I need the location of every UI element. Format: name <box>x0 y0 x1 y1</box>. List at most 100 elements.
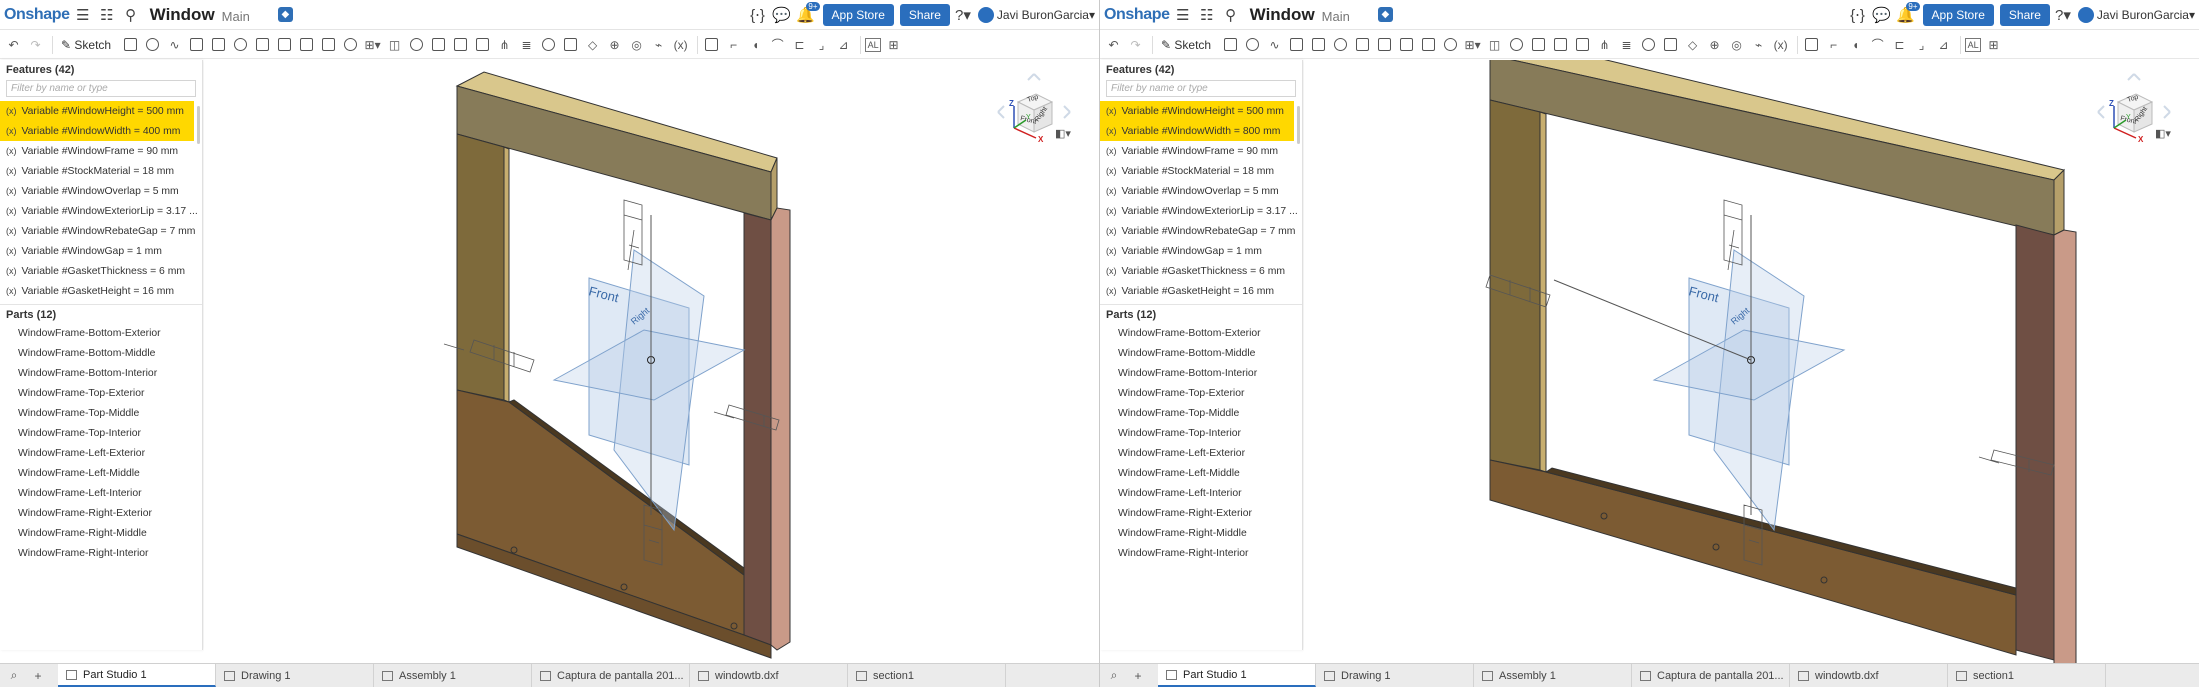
finish-icon[interactable]: ⊿ <box>1934 35 1953 54</box>
plane-icon[interactable]: ◇ <box>1683 35 1702 54</box>
form-icon[interactable]: ⊏ <box>790 35 809 54</box>
notifications-icon[interactable]: 🔔 9+ <box>1895 1 1920 26</box>
boolean-icon[interactable] <box>407 35 426 54</box>
corner-icon[interactable]: ⌟ <box>1912 35 1931 54</box>
document-tab[interactable]: windowtb.dxf <box>690 664 848 687</box>
part-item[interactable]: WindowFrame-Top-Middle <box>0 403 202 423</box>
redo-icon[interactable]: ↷ <box>26 35 45 54</box>
bend-icon[interactable]: ⌒ <box>1868 35 1887 54</box>
workspace-name[interactable]: Main <box>1322 9 1350 24</box>
feature-list-icon[interactable]: ☷ <box>1196 4 1218 26</box>
undo-icon[interactable]: ↶ <box>4 35 23 54</box>
thicken-icon[interactable] <box>1309 35 1328 54</box>
part-item[interactable]: WindowFrame-Left-Exterior <box>1100 443 1302 463</box>
chamfer-icon[interactable] <box>253 35 272 54</box>
add-custom-feature-icon[interactable]: ⊞ <box>884 35 903 54</box>
part-item[interactable]: WindowFrame-Right-Interior <box>1100 543 1302 563</box>
part-item[interactable]: WindowFrame-Bottom-Middle <box>0 343 202 363</box>
add-tab-icon[interactable]: + <box>28 669 48 683</box>
move-face-icon[interactable]: ≣ <box>1617 35 1636 54</box>
sketch-button[interactable]: ✎ Sketch <box>61 38 111 52</box>
feature-list-icon[interactable]: ☷ <box>96 4 118 26</box>
redo-icon[interactable]: ↷ <box>1126 35 1145 54</box>
feature-item[interactable]: (x) Variable #WindowOverlap = 5 mm <box>0 181 202 201</box>
form-icon[interactable]: ⊏ <box>1890 35 1909 54</box>
flange-icon[interactable]: ◖ <box>1846 35 1865 54</box>
replace-face-icon[interactable] <box>539 35 558 54</box>
rib-icon[interactable] <box>297 35 316 54</box>
offset-surface-icon[interactable] <box>1661 35 1680 54</box>
fit-spline-icon[interactable]: ⌁ <box>1749 35 1768 54</box>
frame-right-edge[interactable] <box>2053 229 2077 663</box>
sheet-metal-icon[interactable] <box>702 35 721 54</box>
part-item[interactable]: WindowFrame-Left-Exterior <box>0 443 202 463</box>
part-item[interactable]: WindowFrame-Bottom-Exterior <box>0 323 202 343</box>
graphics-area[interactable]: Front Right Top Front Right Z X Y ◧▾ <box>1304 60 2199 663</box>
finish-icon[interactable]: ⊿ <box>834 35 853 54</box>
part-item[interactable]: WindowFrame-Right-Middle <box>0 523 202 543</box>
feature-item[interactable]: (x) Variable #WindowOverlap = 5 mm <box>1100 181 1302 201</box>
variable-icon[interactable]: (x) <box>1771 35 1790 54</box>
sweep-icon[interactable]: ∿ <box>165 35 184 54</box>
fillet-icon[interactable] <box>1331 35 1350 54</box>
notifications-icon[interactable]: 🔔 9+ <box>795 1 820 26</box>
al-button[interactable]: AL <box>1965 37 1982 52</box>
delete-part-icon[interactable] <box>1573 35 1592 54</box>
configurations-icon[interactable]: ⚲ <box>1220 4 1242 26</box>
features-header[interactable]: Features (42) <box>0 60 202 79</box>
plane-icon[interactable]: ◇ <box>583 35 602 54</box>
top-plane[interactable] <box>552 329 746 401</box>
configurations-icon[interactable]: ⚲ <box>120 4 142 26</box>
version-graph-icon[interactable]: ◆ <box>277 7 293 22</box>
add-tab-icon[interactable]: + <box>1128 669 1148 683</box>
variable-icon[interactable]: (x) <box>671 35 690 54</box>
feature-item[interactable]: (x) Variable #GasketThickness = 6 mm <box>0 261 202 281</box>
sheet-metal-icon[interactable] <box>1802 35 1821 54</box>
boolean-icon[interactable] <box>1507 35 1526 54</box>
chamfer-icon[interactable] <box>1353 35 1372 54</box>
document-tab[interactable]: windowtb.dxf <box>1790 664 1948 687</box>
share-button[interactable]: Share <box>1999 3 2050 26</box>
document-tab[interactable]: Captura de pantalla 201... <box>532 664 690 687</box>
frame-top-side[interactable] <box>2053 168 2065 236</box>
loft-icon[interactable] <box>1287 35 1306 54</box>
part-item[interactable]: WindowFrame-Left-Interior <box>0 483 202 503</box>
frame-right-front[interactable] <box>743 212 772 646</box>
app-store-button[interactable]: App Store <box>1922 3 1994 26</box>
document-tab[interactable]: Assembly 1 <box>1474 664 1632 687</box>
window-model-right[interactable]: Front Right <box>1304 60 2199 663</box>
part-item[interactable]: WindowFrame-Bottom-Middle <box>1100 343 1302 363</box>
sketch-button[interactable]: ✎ Sketch <box>1161 38 1211 52</box>
feature-filter-input[interactable]: Filter by name or type <box>6 80 196 97</box>
features-header[interactable]: Features (42) <box>1100 60 1302 79</box>
al-button[interactable]: AL <box>865 37 882 52</box>
transform-icon[interactable] <box>451 35 470 54</box>
part-item[interactable]: WindowFrame-Right-Exterior <box>1100 503 1302 523</box>
feature-scrollbar[interactable] <box>197 106 200 144</box>
frame-right-front[interactable] <box>2015 224 2055 661</box>
revolve-icon[interactable] <box>143 35 162 54</box>
helix-icon[interactable]: ◎ <box>627 35 646 54</box>
feature-item[interactable]: (x) Variable #WindowWidth = 800 mm <box>1100 121 1294 141</box>
feature-item[interactable]: (x) Variable #WindowGap = 1 mm <box>0 241 202 261</box>
part-item[interactable]: WindowFrame-Left-Middle <box>0 463 202 483</box>
feature-scrollbar[interactable] <box>1297 106 1300 144</box>
modify-fillet-icon[interactable]: ⋔ <box>1595 35 1614 54</box>
tab-manager-icon[interactable]: ⌕ <box>1104 668 1124 683</box>
hamburger-menu-icon[interactable]: ☰ <box>72 4 94 26</box>
help-icon[interactable]: ?▾ <box>2052 4 2074 26</box>
tab-manager-icon[interactable]: ⌕ <box>4 668 24 683</box>
user-menu[interactable]: Javi BuronGarcia ▾ <box>2077 6 2195 23</box>
offset-surface-icon[interactable] <box>561 35 580 54</box>
part-item[interactable]: WindowFrame-Right-Middle <box>1100 523 1302 543</box>
feature-item[interactable]: (x) Variable #WindowFrame = 90 mm <box>0 141 202 161</box>
frame-icon[interactable]: ⌐ <box>1824 35 1843 54</box>
feature-item[interactable]: (x) Variable #GasketHeight = 16 mm <box>1100 281 1302 301</box>
part-item[interactable]: WindowFrame-Bottom-Interior <box>1100 363 1302 383</box>
window-model-left[interactable]: Front Right <box>204 60 1099 663</box>
draft-icon[interactable] <box>275 35 294 54</box>
feature-item[interactable]: (x) Variable #WindowRebateGap = 7 mm <box>0 221 202 241</box>
mate-connector-icon[interactable]: ⊕ <box>1705 35 1724 54</box>
pattern-icon[interactable]: ⊞▾ <box>363 35 382 54</box>
comments-icon[interactable]: 💬 <box>1871 4 1893 26</box>
